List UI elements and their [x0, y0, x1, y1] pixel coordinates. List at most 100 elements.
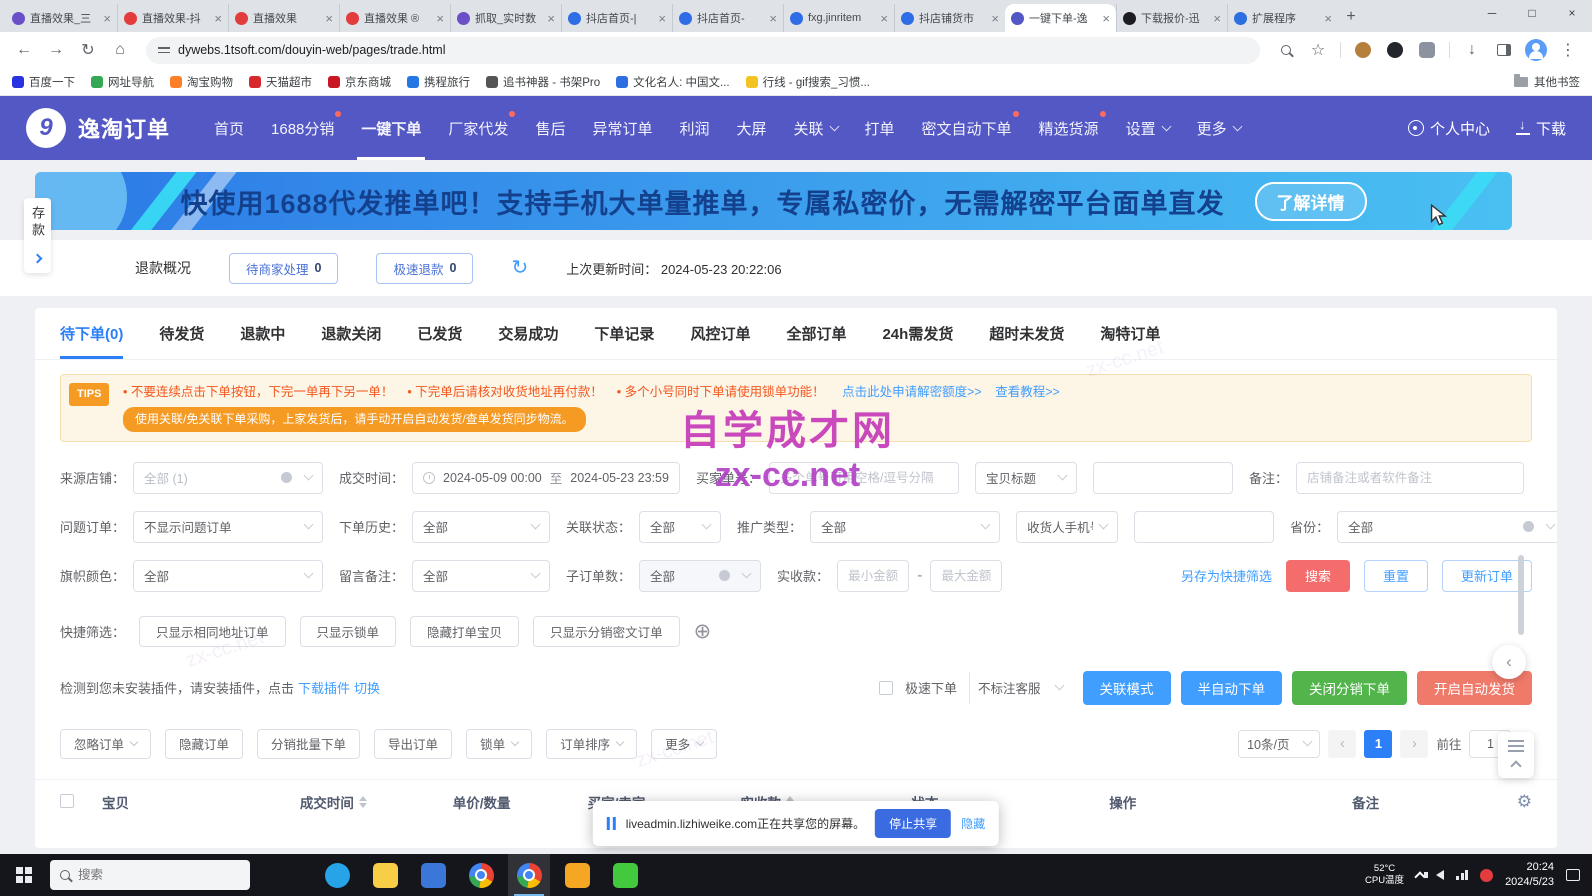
filter-select[interactable]: 全部 [412, 511, 550, 543]
add-quick-filter-icon[interactable]: ⊕ [694, 621, 712, 642]
browser-tab[interactable]: 直播效果× [228, 4, 339, 32]
side-collapsed-panel[interactable]: 存款 [24, 198, 51, 273]
nav-item-首页[interactable]: 首页 [214, 96, 244, 160]
filter-select[interactable]: 全部 [810, 511, 1000, 543]
order-tab-超时未发货[interactable]: 超时未发货 [989, 308, 1064, 359]
filter-input[interactable] [1296, 462, 1524, 494]
close-button[interactable]: × [1552, 0, 1592, 26]
filter-select[interactable]: 全部 [639, 560, 761, 592]
nav-item-精选货源[interactable]: 精选货源 [1039, 96, 1099, 160]
extension-monkey-icon[interactable] [1349, 36, 1377, 64]
toolbar-button-导出订单[interactable]: 导出订单 [374, 729, 452, 759]
bookmark-item[interactable]: 京东商城 [328, 74, 391, 90]
filter-select[interactable]: 全部 [1337, 511, 1557, 543]
taskbar-app-wechat[interactable] [604, 854, 646, 896]
nav-item-大屏[interactable]: 大屏 [736, 96, 766, 160]
filter-select[interactable]: 全部 [412, 560, 550, 592]
view-tutorial-link[interactable]: 查看教程>> [995, 385, 1060, 399]
filter-select[interactable]: 宝贝标题 [975, 462, 1077, 494]
order-tab-待发货[interactable]: 待发货 [159, 308, 204, 359]
switch-link[interactable]: 切换 [354, 678, 380, 697]
address-bar[interactable]: dywebs.1tsoft.com/douyin-web/pages/trade… [146, 37, 1260, 64]
browser-tab[interactable]: 抖店首页-|× [561, 4, 672, 32]
quick-filter-button[interactable]: 只显示相同地址订单 [139, 616, 286, 647]
filter-select[interactable]: 收货人手机号 [1016, 511, 1118, 543]
nav-item-利润[interactable]: 利润 [679, 96, 709, 160]
nav-item-售后[interactable]: 售后 [535, 96, 565, 160]
bookmark-item[interactable]: 追书神器 - 书架Pro [486, 74, 600, 90]
search-button[interactable]: 搜索 [1286, 560, 1350, 592]
nav-item-关联[interactable]: 关联 [794, 96, 838, 160]
nav-item-厂家代发[interactable]: 厂家代发 [448, 96, 508, 160]
zoom-icon[interactable] [1272, 36, 1300, 64]
hide-share-link[interactable]: 隐藏 [961, 815, 985, 832]
volume-icon[interactable] [1436, 870, 1444, 880]
reload-button[interactable]: ↻ [74, 36, 102, 64]
prev-page-button[interactable]: ‹ [1328, 730, 1356, 758]
browser-tab[interactable]: 下载报价-迅× [1116, 4, 1227, 32]
start-button[interactable] [0, 854, 48, 896]
taskbar-clock[interactable]: 20:242024/5/23 [1505, 860, 1554, 890]
refresh-icon[interactable]: ↻ [511, 258, 528, 278]
browser-tab[interactable]: 扩展程序× [1227, 4, 1338, 32]
filter-input[interactable] [1134, 511, 1274, 543]
action-button-半自动下单[interactable]: 半自动下单 [1181, 671, 1283, 705]
bookmark-item[interactable]: 百度一下 [12, 74, 75, 90]
next-page-button[interactable]: › [1400, 730, 1428, 758]
taskbar-app-chrome[interactable] [460, 854, 502, 896]
browser-tab[interactable]: 一键下单-逸× [1005, 4, 1116, 32]
tab-close-icon[interactable]: × [1102, 12, 1110, 25]
taskbar-search-input[interactable] [78, 868, 218, 882]
download-link[interactable]: 下载 [1516, 118, 1566, 139]
date-range-picker[interactable]: 2024-05-09 00:00至2024-05-23 23:59 [412, 462, 680, 494]
apply-quota-link[interactable]: 点击此处申请解密额度>> [842, 385, 982, 399]
order-tab-24h需发货[interactable]: 24h需发货 [882, 308, 953, 359]
browser-tab[interactable]: 直播效果-抖× [117, 4, 228, 32]
new-tab-button[interactable]: + [1338, 4, 1364, 30]
forward-button[interactable]: → [42, 36, 70, 64]
tab-close-icon[interactable]: × [103, 12, 111, 25]
taskbar-app-app-blue[interactable] [412, 854, 454, 896]
order-tab-风控订单[interactable]: 风控订单 [690, 308, 750, 359]
order-tab-交易成功[interactable]: 交易成功 [498, 308, 558, 359]
downloads-icon[interactable]: ↓ [1458, 36, 1486, 64]
bookmark-item[interactable]: 淘宝购物 [170, 74, 233, 90]
max-amount-input[interactable] [930, 560, 1002, 592]
toolbar-button-订单排序[interactable]: 订单排序 [546, 729, 637, 759]
tab-close-icon[interactable]: × [436, 12, 444, 25]
scrollbar[interactable] [1518, 555, 1524, 635]
order-tab-待下单(0)[interactable]: 待下单(0) [60, 308, 123, 359]
current-page[interactable]: 1 [1364, 730, 1392, 758]
action-button-关联模式[interactable]: 关联模式 [1083, 671, 1171, 705]
annotation-select[interactable]: 不标注客服 [969, 672, 1071, 704]
minimize-button[interactable]: ─ [1472, 0, 1512, 26]
taskbar-app-chrome-active[interactable] [508, 854, 550, 896]
filter-select[interactable]: 全部 [639, 511, 721, 543]
personal-center-link[interactable]: 个人中心 [1408, 118, 1490, 139]
browser-tab[interactable]: 直播效果_三× [6, 4, 117, 32]
nav-item-密文自动下单[interactable]: 密文自动下单 [922, 96, 1012, 160]
quick-filter-button[interactable]: 只显示分销密文订单 [533, 616, 680, 647]
nav-item-更多[interactable]: 更多 [1197, 96, 1241, 160]
toolbar-button-忽略订单[interactable]: 忽略订单 [60, 729, 151, 759]
tab-close-icon[interactable]: × [547, 12, 555, 25]
per-page-select[interactable]: 10条/页 [1238, 730, 1320, 758]
bookmark-item[interactable]: 携程旅行 [407, 74, 470, 90]
reset-button[interactable]: 重置 [1364, 560, 1428, 592]
filter-select[interactable]: 不显示问题订单 [133, 511, 323, 543]
toolbar-button-锁单[interactable]: 锁单 [466, 729, 532, 759]
tab-close-icon[interactable]: × [880, 12, 888, 25]
browser-tab[interactable]: 抓取_实时数× [450, 4, 561, 32]
order-tab-退款关闭[interactable]: 退款关闭 [321, 308, 381, 359]
download-plugin-link[interactable]: 下载插件 [298, 678, 350, 697]
filter-select[interactable]: 全部 [133, 560, 323, 592]
order-tab-退款中[interactable]: 退款中 [240, 308, 285, 359]
action-button-关闭分销下单[interactable]: 关闭分销下单 [1292, 671, 1407, 705]
gear-icon[interactable]: ⚙ [1517, 792, 1532, 812]
banner-detail-button[interactable]: 了解详情 [1255, 182, 1367, 221]
extension-puzzle-icon[interactable] [1413, 36, 1441, 64]
bookmark-item[interactable]: 天猫超市 [249, 74, 312, 90]
tab-close-icon[interactable]: × [991, 12, 999, 25]
nav-item-打单[interactable]: 打单 [865, 96, 895, 160]
tab-close-icon[interactable]: × [658, 12, 666, 25]
